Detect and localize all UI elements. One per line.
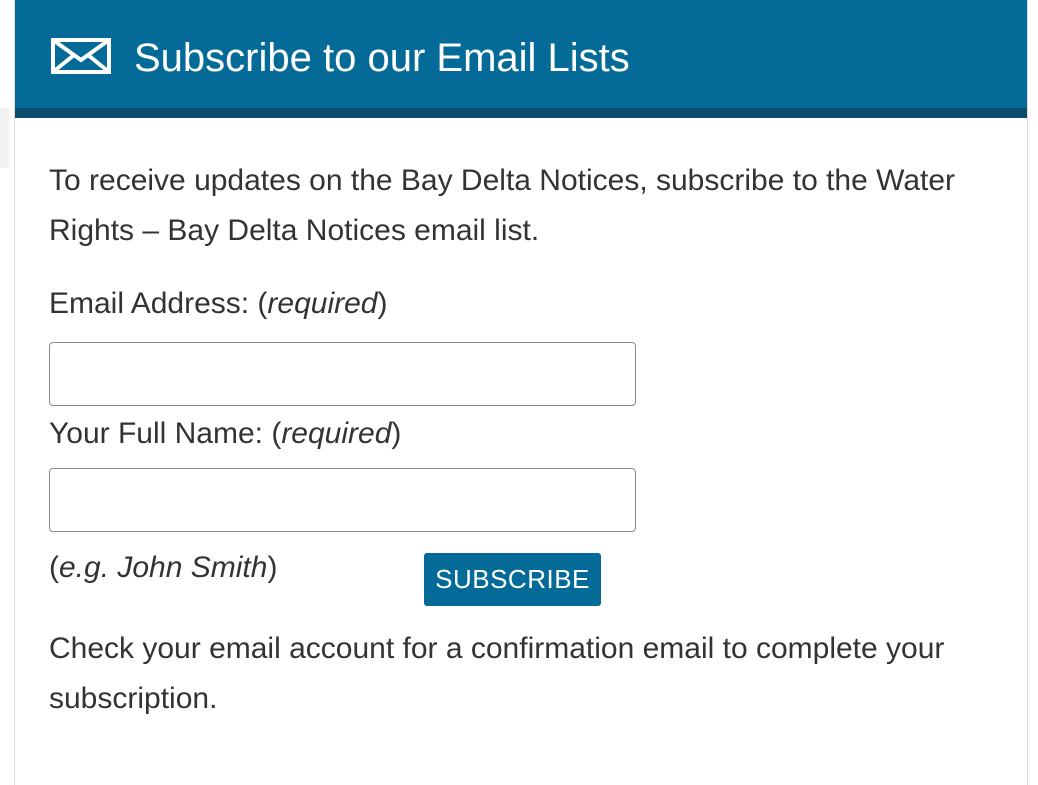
example-text: e.g. John Smith bbox=[59, 551, 268, 584]
email-label: Email Address: (required) bbox=[49, 284, 388, 324]
adjacent-panel-edge bbox=[0, 108, 9, 168]
email-label-text: Email Address: ( bbox=[49, 287, 268, 320]
confirmation-note: Check your email account for a confirmat… bbox=[49, 632, 945, 715]
full-name-input[interactable] bbox=[49, 468, 636, 532]
full-name-label-text: Your Full Name: ( bbox=[49, 417, 282, 450]
intro-text: To receive updates on the Bay Delta Noti… bbox=[49, 164, 956, 247]
email-subscription-card: Subscribe to our Email Lists To receive … bbox=[14, 0, 1028, 785]
email-input[interactable] bbox=[49, 342, 636, 406]
email-label-close: ) bbox=[377, 287, 388, 320]
full-name-label-close: ) bbox=[391, 417, 402, 450]
example-close: ) bbox=[267, 551, 278, 584]
full-name-required-marker: required bbox=[281, 417, 392, 450]
card-header: Subscribe to our Email Lists bbox=[15, 0, 1027, 118]
subscribe-button[interactable]: SUBSCRIBE bbox=[424, 553, 601, 606]
card-title: Subscribe to our Email Lists bbox=[134, 36, 630, 80]
envelope-icon bbox=[51, 38, 111, 74]
full-name-label: Your Full Name: (required) bbox=[49, 414, 401, 454]
name-example-hint: (e.g. John Smith) bbox=[49, 548, 277, 588]
example-open: ( bbox=[49, 551, 59, 584]
email-required-marker: required bbox=[267, 287, 378, 320]
